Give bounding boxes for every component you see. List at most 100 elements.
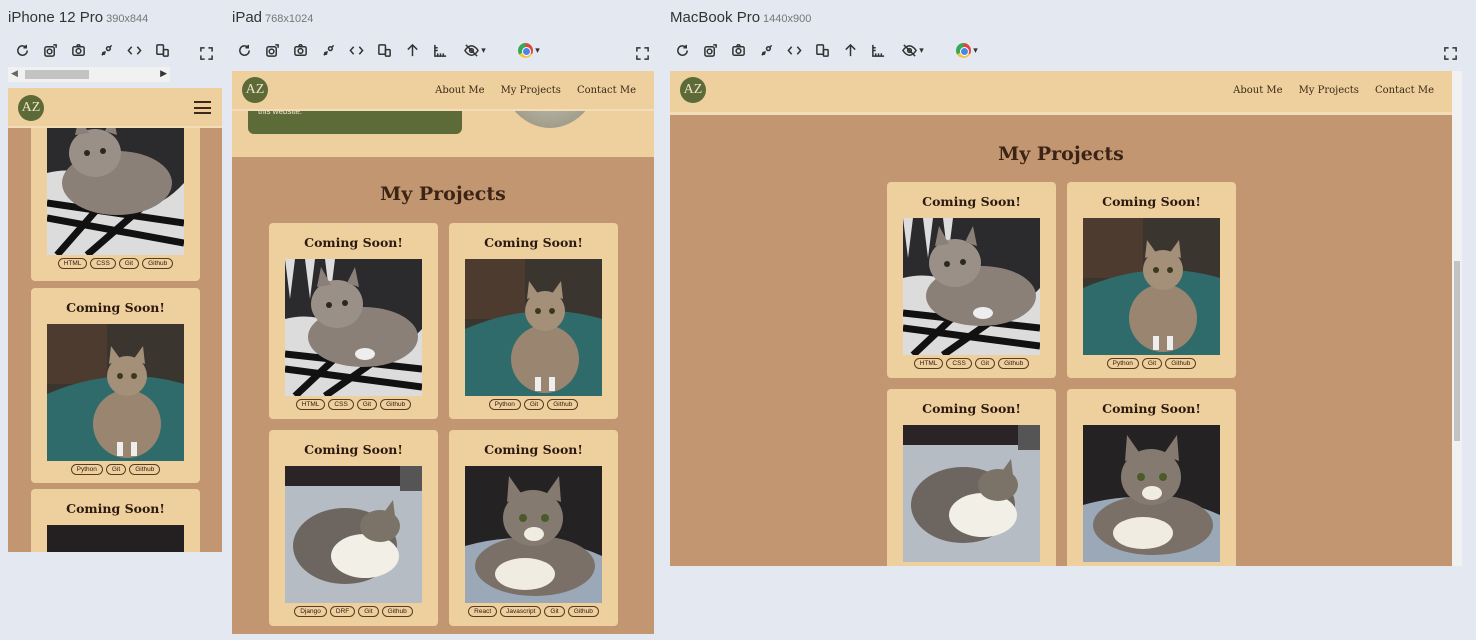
navbar: AZ About Me My Projects Contact Me — [670, 71, 1452, 115]
device-frame-icon[interactable] — [700, 40, 720, 60]
touch-icon[interactable] — [96, 40, 116, 60]
cat-sitting-chair-photo — [465, 259, 602, 396]
code-icon[interactable] — [346, 40, 366, 60]
section-title: My Projects — [998, 143, 1124, 165]
eye-off-icon[interactable]: ▾ — [896, 40, 930, 60]
arrow-up-icon[interactable] — [840, 40, 860, 60]
tag: Git — [356, 399, 378, 410]
nav-projects[interactable]: My Projects — [501, 85, 561, 96]
logo[interactable]: AZ — [18, 95, 44, 121]
scroll-right-icon[interactable]: ▶ — [160, 68, 167, 79]
touch-icon[interactable] — [318, 40, 338, 60]
nav-about[interactable]: About Me — [1233, 85, 1282, 96]
card-title: Coming Soon! — [1102, 401, 1201, 416]
cat-lying-blanket-photo — [903, 218, 1040, 355]
card-title: Coming Soon! — [484, 235, 583, 250]
screenshot-icon[interactable] — [290, 40, 310, 60]
macbook-viewport: My Projects Coming Soon! HTML CSS Git Gi… — [670, 71, 1452, 566]
responsive-icon[interactable] — [152, 40, 172, 60]
nav-projects[interactable]: My Projects — [1299, 85, 1359, 96]
card-title: Coming Soon! — [922, 401, 1021, 416]
rotate-icon[interactable] — [672, 40, 692, 60]
tag: CSS — [328, 399, 354, 410]
chrome-icon[interactable]: ▾ — [512, 40, 546, 60]
tag: Python — [1106, 358, 1139, 369]
card-title: Coming Soon! — [304, 442, 403, 457]
hamburger-menu-icon[interactable] — [194, 101, 211, 114]
scroll-thumb[interactable] — [1454, 261, 1460, 441]
macbook-toolbar: ▾ ▾ — [672, 40, 992, 60]
scroll-left-icon[interactable]: ◀ — [11, 68, 18, 79]
cat-sleeping-bed-photo — [47, 525, 184, 552]
device-title: MacBook Pro 1440x900 — [670, 9, 812, 26]
logo[interactable]: AZ — [680, 77, 706, 103]
cat-sleeping-bed-photo — [903, 425, 1040, 562]
nav-about[interactable]: About Me — [435, 85, 484, 96]
horizontal-scrollbar[interactable]: ◀ ▶ — [8, 67, 170, 82]
project-card: Coming Soon! — [1067, 389, 1236, 566]
tag: Github — [567, 606, 599, 617]
chrome-icon[interactable]: ▾ — [950, 40, 984, 60]
nav-contact[interactable]: Contact Me — [577, 85, 636, 96]
ruler-icon[interactable] — [868, 40, 888, 60]
project-card: Coming Soon! — [887, 389, 1056, 566]
screenshot-icon[interactable] — [68, 40, 88, 60]
tag: CSS — [90, 258, 116, 269]
rotate-icon[interactable] — [234, 40, 254, 60]
tag: CSS — [946, 358, 972, 369]
rotate-icon[interactable] — [12, 40, 32, 60]
expand-icon[interactable] — [632, 43, 652, 63]
tag: Python — [488, 399, 521, 410]
code-icon[interactable] — [784, 40, 804, 60]
project-card: Coming Soon! HTML CSS Git Github — [887, 182, 1056, 378]
logo[interactable]: AZ — [242, 77, 268, 103]
responsive-icon[interactable] — [374, 40, 394, 60]
tag: DRF — [329, 606, 356, 617]
tag: Github — [1165, 358, 1197, 369]
device-frame-icon[interactable] — [262, 40, 282, 60]
eye-off-icon[interactable]: ▾ — [458, 40, 492, 60]
card-title: Coming Soon! — [304, 235, 403, 250]
card-title: Coming Soon! — [922, 194, 1021, 209]
tag: Django — [294, 606, 327, 617]
tag: HTML — [913, 358, 944, 369]
tag: Git — [523, 399, 545, 410]
tag-list: HTML CSS Git Github — [269, 399, 438, 410]
screenshot-icon[interactable] — [728, 40, 748, 60]
vertical-scrollbar[interactable] — [1452, 71, 1462, 566]
tag-list: HTML CSS Git Github — [31, 258, 200, 269]
tag: Github — [381, 606, 413, 617]
nav-contact[interactable]: Contact Me — [1375, 85, 1434, 96]
project-card: Coming Soon! Python Git Github — [449, 223, 618, 419]
tag: HTML — [57, 258, 88, 269]
tag-list: Python Git Github — [31, 464, 200, 475]
project-card: Coming Soon! Django DRF Git Github — [269, 430, 438, 626]
ruler-icon[interactable] — [430, 40, 450, 60]
responsive-icon[interactable] — [812, 40, 832, 60]
project-card: Coming Soon! React Javascript Git Github — [449, 430, 618, 626]
device-frame-icon[interactable] — [40, 40, 60, 60]
tag-list: Python Git Github — [449, 399, 618, 410]
tag: Github — [547, 399, 579, 410]
tag: Git — [1141, 358, 1163, 369]
device-title: iPhone 12 Pro 390x844 — [8, 9, 149, 26]
code-icon[interactable] — [124, 40, 144, 60]
tag-list: Django DRF Git Github — [269, 606, 438, 617]
tag: React — [468, 606, 498, 617]
expand-icon[interactable] — [196, 43, 216, 63]
ipad-viewport: this website. My Projects Coming Soon! H… — [232, 71, 654, 634]
cat-sleeping-bed-photo — [285, 466, 422, 603]
cat-lounging-bed-photo — [1083, 425, 1220, 562]
nav-links: About Me My Projects Contact Me — [435, 85, 636, 96]
card-title: Coming Soon! — [1102, 194, 1201, 209]
arrow-up-icon[interactable] — [402, 40, 422, 60]
ipad-toolbar: ▾ ▾ — [234, 40, 554, 60]
card-title: Coming Soon! — [484, 442, 583, 457]
navbar: AZ About Me My Projects Contact Me — [232, 71, 654, 111]
tag: Github — [142, 258, 174, 269]
touch-icon[interactable] — [756, 40, 776, 60]
tag-list: Python Git Github — [1067, 358, 1236, 369]
expand-icon[interactable] — [1440, 43, 1460, 63]
scroll-thumb[interactable] — [25, 70, 89, 79]
project-card: Coming Soon! Python Git Github — [31, 288, 200, 483]
